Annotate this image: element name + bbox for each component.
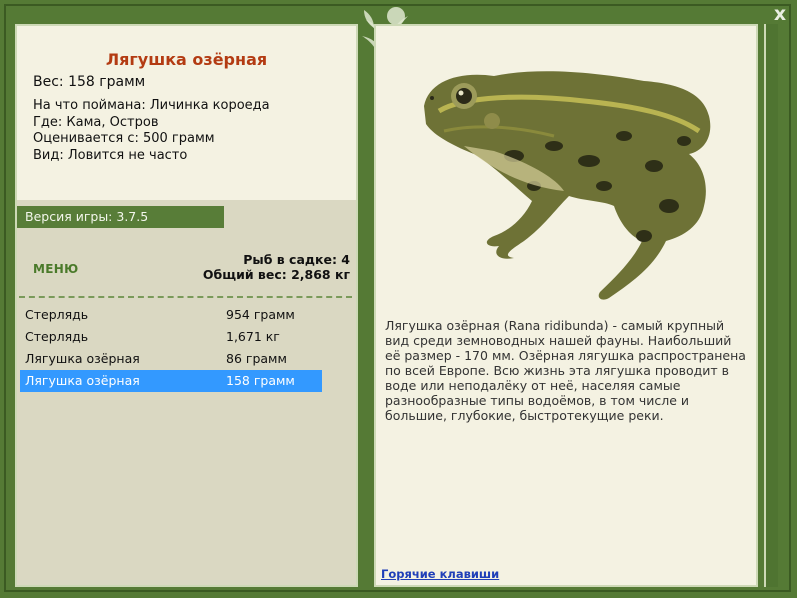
fish-details-card: Лягушка озёрная Вес: 158 грамм На что по… [17, 26, 356, 200]
frog-image [424, 71, 711, 300]
catch-weight: 1,671 кг [226, 329, 280, 344]
fish-value: Оценивается с: 500 грамм [33, 131, 215, 146]
list-item[interactable]: Стерлядь 1,671 кг [20, 326, 322, 348]
catch-weight: 954 грамм [226, 307, 295, 322]
side-bar [764, 24, 778, 587]
fish-description: Лягушка озёрная (Rana ridibunda) - самый… [385, 318, 746, 423]
close-icon[interactable]: x [769, 3, 791, 25]
catch-weight: 86 грамм [226, 351, 287, 366]
fish-location: Где: Кама, Остров [33, 114, 159, 130]
keepnet-summary: Рыб в садке: 4 Общий вес: 2,868 кг [203, 252, 350, 282]
catch-name: Стерлядь [25, 307, 89, 322]
fish-title: Лягушка озёрная [105, 50, 268, 69]
game-window-frame: x Лягушка озёрная Вес: 158 грамм На что … [0, 0, 797, 598]
fish-count: Рыб в садке: 4 [243, 252, 350, 267]
menu-button[interactable]: МЕНЮ [33, 262, 78, 276]
divider [19, 296, 352, 298]
catch-name: Лягушка озёрная [25, 351, 140, 366]
list-item-selected[interactable]: Лягушка озёрная 158 грамм [20, 370, 322, 392]
catch-name: Лягушка озёрная [25, 373, 140, 388]
hotkeys-link[interactable]: Горячие клавиши [381, 567, 499, 581]
list-item[interactable]: Лягушка озёрная 86 грамм [20, 348, 322, 370]
fish-weight: Вес: 158 грамм [33, 74, 146, 90]
catch-list: Стерлядь 954 грамм Стерлядь 1,671 кг Ляг… [20, 304, 322, 392]
fish-info-list: На что поймана: Личинка короеда Где: Кам… [33, 98, 270, 164]
fish-info-panel: Лягушка озёрная Вес: 158 грамм На что по… [15, 24, 358, 587]
catch-name: Стерлядь [25, 329, 89, 344]
game-version: Версия игры: 3.7.5 [17, 206, 224, 228]
list-item[interactable]: Стерлядь 954 грамм [20, 304, 322, 326]
fish-description-panel: Лягушка озёрная (Rana ridibunda) - самый… [374, 24, 758, 587]
fish-rarity: Вид: Ловится не часто [33, 147, 188, 163]
fish-bait: На что поймана: Личинка короеда [33, 98, 270, 113]
catch-weight: 158 грамм [226, 373, 295, 388]
total-weight: Общий вес: 2,868 кг [202, 267, 350, 282]
